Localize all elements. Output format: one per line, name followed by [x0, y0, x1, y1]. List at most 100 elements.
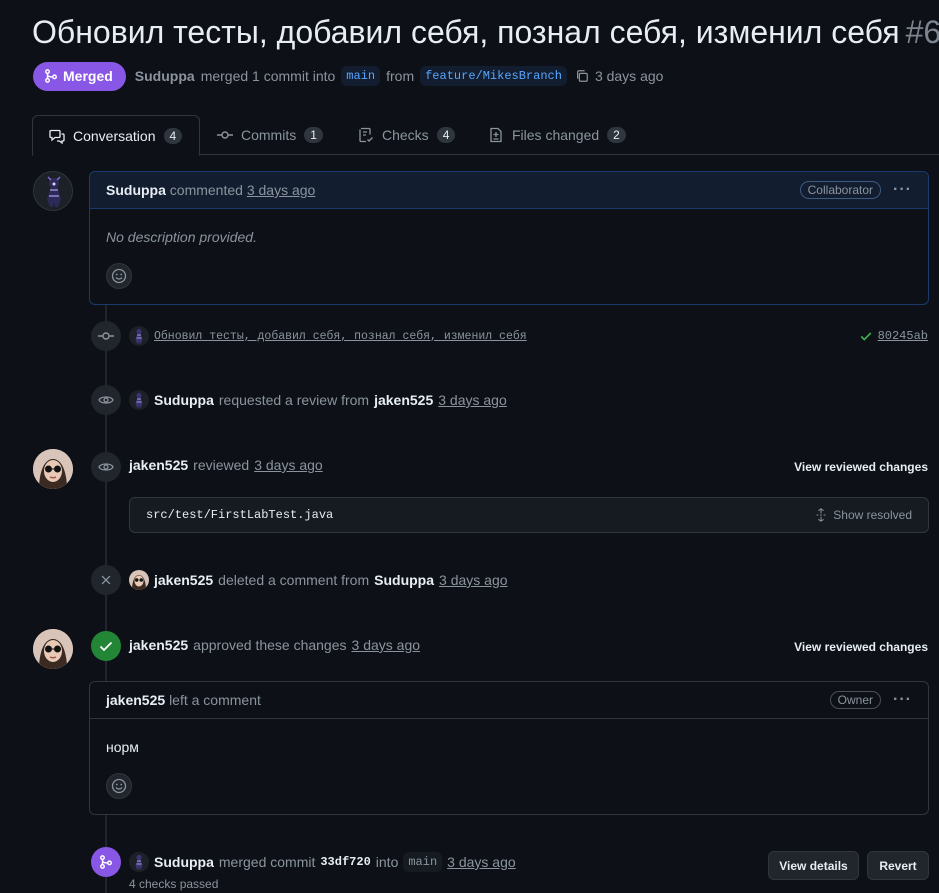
view-reviewed-changes-link[interactable]: View reviewed changes	[794, 460, 928, 474]
event-target[interactable]: Suduppa	[374, 572, 434, 588]
avatar-image	[33, 449, 73, 489]
suduppa-avatar[interactable]	[33, 171, 73, 211]
revert-button[interactable]: Revert	[867, 851, 929, 880]
pr-meta: Merged Suduppa merged 1 commit into main…	[33, 61, 663, 91]
merge-event: Suduppa merged commit 33df720 into main …	[129, 852, 516, 872]
comment-body: норм	[106, 739, 139, 755]
reviewed-badge	[91, 452, 121, 482]
tab-checks-count: 4	[436, 127, 456, 143]
comment-discussion-icon	[49, 129, 65, 144]
tab-commits-label: Commits	[241, 127, 297, 143]
comment-action: left a comment	[169, 692, 261, 708]
check-icon	[99, 641, 113, 652]
kebab-menu-icon[interactable]: ···	[893, 691, 912, 709]
jaken525-avatar[interactable]	[33, 449, 73, 489]
event-reviewer[interactable]: jaken525	[374, 392, 433, 408]
commit-message[interactable]: Обновил тесты, добавил себя, познал себя…	[154, 330, 527, 343]
review-comment-box: jaken525 left a comment Owner ··· норм	[89, 681, 929, 815]
merged-status-badge: Merged	[33, 61, 126, 91]
reviewed-event: jaken525 reviewed 3 days ago	[129, 457, 323, 473]
file-diff-icon	[490, 127, 502, 143]
file-path[interactable]: src/test/FirstLabTest.java	[146, 508, 333, 522]
show-resolved-button[interactable]: Show resolved	[814, 508, 912, 522]
event-time[interactable]: 3 days ago	[352, 637, 421, 653]
add-reaction-button[interactable]	[106, 263, 132, 289]
pr-time: 3 days ago	[594, 68, 664, 84]
tab-checks[interactable]: Checks 4	[342, 115, 471, 155]
checks-passed-text[interactable]: 4 checks passed	[129, 877, 218, 891]
avatar-image	[33, 629, 73, 669]
eye-icon	[98, 463, 114, 471]
commit-icon	[217, 131, 233, 139]
event-actor[interactable]: jaken525	[154, 572, 213, 588]
event-time[interactable]: 3 days ago	[438, 392, 507, 408]
event-text: requested a review from	[218, 392, 370, 408]
first-comment-box: Suduppa commented 3 days ago Collaborato…	[89, 171, 929, 305]
event-actor[interactable]: jaken525	[129, 457, 188, 473]
tab-conversation[interactable]: Conversation 4	[32, 115, 200, 156]
deleted-event: jaken525 deleted a comment from Suduppa …	[129, 570, 508, 590]
avatar-image	[34, 172, 72, 210]
comment-time[interactable]: 3 days ago	[247, 182, 316, 198]
unfold-icon	[816, 508, 826, 522]
event-time[interactable]: 3 days ago	[447, 854, 516, 870]
event-time[interactable]: 3 days ago	[254, 457, 323, 473]
merge-base-branch[interactable]: main	[403, 852, 443, 872]
collaborator-badge: Collaborator	[799, 181, 882, 199]
approved-badge	[91, 631, 121, 661]
tab-files-changed-label: Files changed	[512, 127, 600, 143]
tab-files-changed[interactable]: Files changed 2	[472, 115, 642, 155]
comment-author[interactable]: jaken525	[106, 692, 165, 708]
eye-icon	[98, 396, 114, 404]
kebab-menu-icon[interactable]: ···	[893, 181, 912, 199]
copy-icon[interactable]	[575, 69, 589, 83]
owner-badge: Owner	[829, 691, 882, 709]
commit-sha[interactable]: 80245ab	[878, 329, 928, 343]
merged-badge	[91, 847, 121, 877]
pr-author[interactable]: Suduppa	[135, 68, 195, 84]
jaken525-avatar[interactable]	[33, 629, 73, 669]
comment-author[interactable]: Suduppa	[106, 182, 166, 198]
smiley-icon	[111, 268, 127, 284]
pr-tabs: Conversation 4 Commits 1 Checks 4 Files …	[0, 115, 939, 156]
suduppa-mini-avatar[interactable]	[129, 852, 149, 872]
review-request-event: Suduppa requested a review from jaken525…	[129, 390, 507, 410]
approved-event: jaken525 approved these changes 3 days a…	[129, 637, 420, 653]
merge-commit-sha[interactable]: 33df720	[320, 855, 370, 869]
suduppa-mini-avatar[interactable]	[129, 326, 149, 346]
event-text: merged commit	[218, 854, 316, 870]
base-branch[interactable]: main	[341, 66, 381, 86]
check-icon[interactable]	[859, 329, 873, 343]
event-time[interactable]: 3 days ago	[439, 572, 508, 588]
deleted-badge	[91, 565, 121, 595]
reviewed-file[interactable]: src/test/FirstLabTest.java Show resolved	[129, 497, 929, 533]
tab-conversation-count: 4	[163, 127, 183, 144]
pr-title-text: Обновил тесты, добавил себя, познал себя…	[32, 14, 900, 50]
event-actor[interactable]: jaken525	[129, 637, 188, 653]
head-branch[interactable]: feature/MikesBranch	[420, 66, 567, 86]
add-reaction-button[interactable]	[106, 773, 132, 799]
suduppa-mini-avatar[interactable]	[129, 390, 149, 410]
merged-status-label: Merged	[63, 68, 113, 84]
into-text: into	[375, 854, 399, 870]
comment-header: jaken525 left a comment Owner ···	[90, 682, 928, 719]
comment-body: No description provided.	[106, 229, 257, 245]
checklist-icon	[359, 127, 373, 143]
tab-conversation-label: Conversation	[73, 127, 156, 144]
event-actor[interactable]: Suduppa	[154, 854, 214, 870]
comment-header: Suduppa commented 3 days ago Collaborato…	[90, 172, 928, 209]
show-resolved-label: Show resolved	[833, 508, 912, 522]
view-details-button[interactable]: View details	[768, 851, 859, 880]
jaken525-mini-avatar[interactable]	[129, 570, 149, 590]
tab-files-changed-count: 2	[607, 127, 626, 143]
tab-commits[interactable]: Commits 1	[201, 115, 339, 155]
tab-commits-count: 1	[304, 127, 323, 143]
commit-badge	[91, 321, 121, 351]
event-text: approved these changes	[193, 637, 347, 653]
commit-status: 80245ab	[859, 329, 928, 343]
event-actor[interactable]: Suduppa	[154, 392, 214, 408]
view-reviewed-changes-link[interactable]: View reviewed changes	[794, 640, 928, 654]
merge-icon	[100, 855, 112, 869]
pr-title: Обновил тесты, добавил себя, познал себя…	[32, 14, 939, 51]
smiley-icon	[111, 778, 127, 794]
